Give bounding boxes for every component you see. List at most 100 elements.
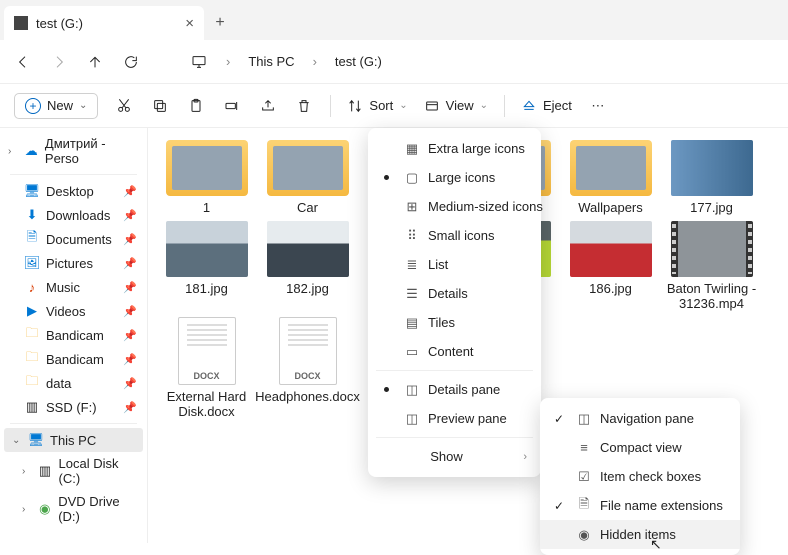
sidebar-item-videos[interactable]: ▶Videos📌 <box>0 299 147 323</box>
sidebar-item-drive[interactable]: ›◉DVD Drive (D:) <box>0 490 147 528</box>
image-thumb <box>671 140 753 196</box>
menu-extra-large-icons[interactable]: ▦Extra large icons <box>368 134 541 163</box>
breadcrumb-sep: › <box>313 54 317 69</box>
sidebar-item-drive[interactable]: ▥SSD (F:)📌 <box>0 395 147 419</box>
menu-large-icons[interactable]: ▢Large icons <box>368 163 541 192</box>
menu-item-check-boxes[interactable]: ☑Item check boxes <box>540 462 740 491</box>
back-button[interactable] <box>14 53 32 71</box>
tab[interactable]: test (G:) × <box>4 6 204 40</box>
sidebar-item-pictures[interactable]: 🖼Pictures📌 <box>0 251 147 275</box>
item-label: 1 <box>203 200 210 215</box>
sidebar-item-drive[interactable]: ›▥Local Disk (C:) <box>0 452 147 490</box>
rename-icon[interactable] <box>222 96 242 116</box>
delete-icon[interactable] <box>294 96 314 116</box>
close-tab-icon[interactable]: × <box>185 15 194 32</box>
list-icon: ≣ <box>404 257 420 273</box>
menu-label: Details pane <box>428 382 500 397</box>
up-button[interactable] <box>86 53 104 71</box>
separator <box>504 95 505 117</box>
video-item[interactable]: Baton Twirling - 31236.mp4 <box>663 221 760 311</box>
separator <box>330 95 331 117</box>
sort-button[interactable]: Sort ⌄ <box>347 98 407 114</box>
checkbox-icon: ☑ <box>576 469 592 485</box>
image-item[interactable]: 177.jpg <box>663 140 760 215</box>
sidebar-onedrive[interactable]: › ☁ Дмитрий - Perso <box>0 132 147 170</box>
sidebar-item-downloads[interactable]: ⬇Downloads📌 <box>0 203 147 227</box>
file-icon: 🗎 <box>576 498 592 514</box>
menu-details-pane[interactable]: ◫Details pane <box>368 375 541 404</box>
sidebar-item-folder[interactable]: 🗀data📌 <box>0 371 147 395</box>
refresh-button[interactable] <box>122 53 140 71</box>
breadcrumb-sep: › <box>226 54 230 69</box>
breadcrumb-location[interactable]: test (G:) <box>335 54 382 69</box>
menu-compact-view[interactable]: ≡Compact view <box>540 433 740 462</box>
tab-bar: test (G:) × + <box>0 0 788 40</box>
menu-label: Extra large icons <box>428 141 525 156</box>
menu-file-extensions[interactable]: ✓🗎File name extensions <box>540 491 740 520</box>
folder-icon <box>267 140 349 196</box>
menu-list[interactable]: ≣List <box>368 250 541 279</box>
more-icon[interactable]: ⋯ <box>588 96 608 116</box>
menu-tiles[interactable]: ▤Tiles <box>368 308 541 337</box>
chevron-right-icon: › <box>22 504 31 515</box>
cut-icon[interactable] <box>114 96 134 116</box>
sidebar-label: Desktop <box>46 184 94 199</box>
doc-item[interactable]: DOCXExternal Hard Disk.docx <box>158 317 255 419</box>
view-button[interactable]: View ⌄ <box>424 98 488 114</box>
sidebar-item-music[interactable]: ♪Music📌 <box>0 275 147 299</box>
pin-icon: 📌 <box>123 209 137 222</box>
menu-medium-icons[interactable]: ⊞Medium-sized icons <box>368 192 541 221</box>
sidebar-item-folder[interactable]: 🗀Bandicam📌 <box>0 347 147 371</box>
sidebar-label: Videos <box>46 304 86 319</box>
menu-details[interactable]: ☰Details <box>368 279 541 308</box>
image-item[interactable]: 186.jpg <box>562 221 659 311</box>
sidebar: › ☁ Дмитрий - Perso 🖥Desktop📌 ⬇Downloads… <box>0 128 148 543</box>
share-icon[interactable] <box>258 96 278 116</box>
folder-item[interactable]: Wallpapers <box>562 140 659 215</box>
sidebar-label: DVD Drive (D:) <box>58 494 139 524</box>
cloud-icon: ☁ <box>24 143 39 159</box>
pin-icon: 📌 <box>123 329 137 342</box>
separator <box>10 423 137 424</box>
menu-hidden-items[interactable]: ◉Hidden items <box>540 520 740 549</box>
view-label: View <box>446 98 474 113</box>
sidebar-item-documents[interactable]: 🗎Documents📌 <box>0 227 147 251</box>
doc-item[interactable]: DOCXHeadphones.docx <box>259 317 356 419</box>
eject-button[interactable]: Eject <box>521 98 572 114</box>
breadcrumb-this-pc[interactable]: This PC <box>248 54 294 69</box>
paste-icon[interactable] <box>186 96 206 116</box>
menu-label: Content <box>428 344 474 359</box>
add-tab-button[interactable]: + <box>204 6 236 40</box>
menu-label: Hidden items <box>600 527 676 542</box>
sidebar-item-folder[interactable]: 🗀Bandicam📌 <box>0 323 147 347</box>
menu-preview-pane[interactable]: ◫Preview pane <box>368 404 541 433</box>
item-label: 182.jpg <box>286 281 329 296</box>
new-button[interactable]: + New ⌄ <box>14 93 98 119</box>
sidebar-this-pc[interactable]: ⌄🖥This PC <box>4 428 143 452</box>
sidebar-label: Bandicam <box>46 328 104 343</box>
menu-label: Tiles <box>428 315 455 330</box>
selected-dot-icon <box>384 387 389 392</box>
pin-icon: 📌 <box>123 185 137 198</box>
folder-item[interactable]: Car <box>259 140 356 215</box>
sidebar-item-desktop[interactable]: 🖥Desktop📌 <box>0 179 147 203</box>
copy-icon[interactable] <box>150 96 170 116</box>
grid-icon: ⠿ <box>404 228 420 244</box>
image-item[interactable]: 181.jpg <box>158 221 255 311</box>
sidebar-label: This PC <box>50 433 96 448</box>
view-icon <box>424 98 440 114</box>
folder-item[interactable]: 1 <box>158 140 255 215</box>
pin-icon: 📌 <box>123 401 137 414</box>
menu-small-icons[interactable]: ⠿Small icons <box>368 221 541 250</box>
pin-icon: 📌 <box>123 281 137 294</box>
image-item[interactable]: 182.jpg <box>259 221 356 311</box>
forward-button[interactable] <box>50 53 68 71</box>
pin-icon: 📌 <box>123 233 137 246</box>
menu-label: Large icons <box>428 170 495 185</box>
menu-content[interactable]: ▭Content <box>368 337 541 366</box>
pane-icon: ◫ <box>404 411 420 427</box>
menu-navigation-pane[interactable]: ✓◫Navigation pane <box>540 404 740 433</box>
item-label: External Hard Disk.docx <box>158 389 255 419</box>
menu-show[interactable]: Show› <box>368 442 541 471</box>
monitor-icon[interactable] <box>190 53 208 71</box>
